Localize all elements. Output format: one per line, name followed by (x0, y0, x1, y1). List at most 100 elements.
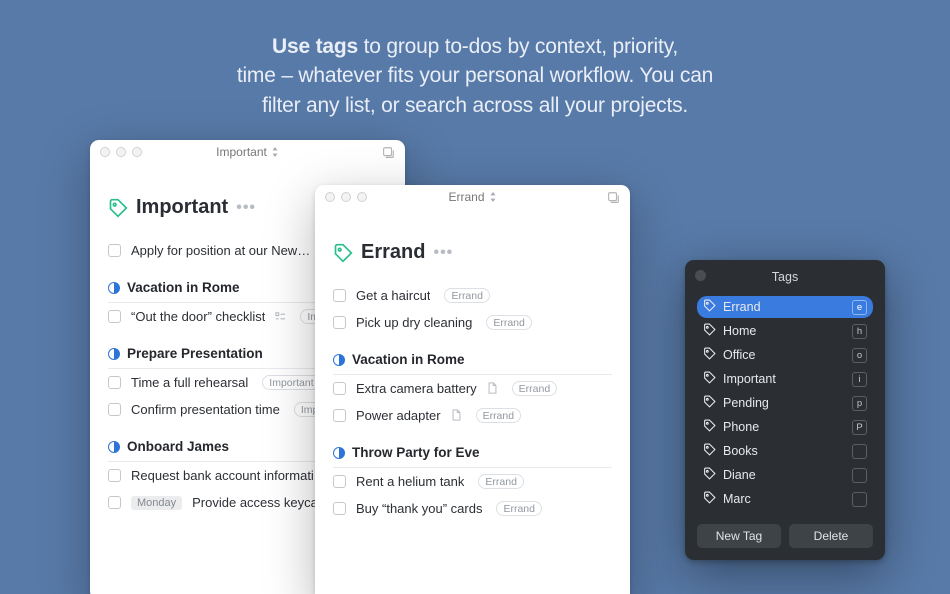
todo-item[interactable]: Power adapter Errand (333, 402, 612, 429)
project-title: Vacation in Rome (352, 352, 465, 367)
headline-line2: time – whatever fits your personal workf… (237, 64, 713, 87)
more-icon[interactable]: ••• (236, 199, 256, 217)
checklist-icon (275, 309, 286, 324)
tag-name: Errand (723, 300, 761, 314)
tag-shortcut: o (852, 348, 867, 363)
tag-pill[interactable]: Errand (476, 408, 522, 423)
window-errand: Errand Errand ••• Get a haircutErrandPic… (315, 185, 630, 594)
project-title: Prepare Presentation (127, 346, 263, 361)
tag-pill[interactable]: Errand (478, 474, 524, 489)
todo-item[interactable]: Pick up dry cleaning Errand (333, 309, 612, 336)
tag-name: Office (723, 348, 755, 362)
tag-row-phone[interactable]: Phone P (697, 416, 873, 438)
tag-shortcut: P (852, 420, 867, 435)
tag-pill[interactable]: Errand (512, 381, 558, 396)
tag-icon (703, 323, 716, 339)
tag-row-home[interactable]: Home h (697, 320, 873, 342)
project-heading[interactable]: Vacation in Rome (333, 352, 612, 375)
checkbox[interactable] (333, 502, 346, 515)
note-icon (487, 381, 498, 396)
todo-item[interactable]: Get a haircut Errand (333, 282, 612, 309)
checkbox[interactable] (333, 289, 346, 302)
window-title[interactable]: Errand (315, 190, 630, 204)
close-icon[interactable] (695, 270, 706, 281)
tag-icon (703, 371, 716, 387)
updown-icon (271, 147, 279, 157)
tag-icon (703, 443, 716, 459)
todo-item[interactable]: Buy “thank you” cards Errand (333, 495, 612, 522)
todo-item[interactable]: Rent a helium tank Errand (333, 468, 612, 495)
tag-name: Phone (723, 420, 759, 434)
tag-heading-text: Errand (361, 241, 425, 264)
tag-shortcut (852, 492, 867, 507)
tag-pill[interactable]: Errand (444, 288, 490, 303)
tag-shortcut: h (852, 324, 867, 339)
tag-name: Books (723, 444, 758, 458)
windows-icon[interactable] (381, 146, 395, 165)
checkbox[interactable] (108, 244, 121, 257)
tag-row-diane[interactable]: Diane (697, 464, 873, 486)
checkbox[interactable] (108, 403, 121, 416)
tag-name: Home (723, 324, 756, 338)
tag-icon (108, 198, 128, 218)
checkbox[interactable] (108, 376, 121, 389)
date-badge: Monday (131, 496, 182, 510)
note-icon (451, 408, 462, 423)
tag-heading-errand: Errand ••• (333, 241, 612, 264)
todo-text: Provide access keycar (192, 495, 322, 510)
window-title[interactable]: Important (90, 145, 405, 159)
todo-text: Extra camera battery (356, 381, 477, 396)
checkbox[interactable] (108, 496, 121, 509)
tag-shortcut (852, 468, 867, 483)
todo-text: Time a full rehearsal (131, 375, 248, 390)
tag-list: ErrandeHomehOfficeoImportantiPendingpPho… (697, 296, 873, 510)
tag-shortcut (852, 444, 867, 459)
todo-item[interactable]: Extra camera battery Errand (333, 375, 612, 402)
tag-pill[interactable]: Errand (486, 315, 532, 330)
tag-row-office[interactable]: Office o (697, 344, 873, 366)
window-title-text: Errand (448, 190, 484, 204)
tag-shortcut: i (852, 372, 867, 387)
headline-bold: Use tags (272, 35, 358, 58)
tag-row-marc[interactable]: Marc (697, 488, 873, 510)
project-title: Vacation in Rome (127, 280, 240, 295)
tags-panel: Tags Errand e Home h Office o ImportantiPendin… (685, 260, 885, 560)
checkbox[interactable] (333, 475, 346, 488)
tag-name: Diane (723, 468, 756, 482)
project-progress-icon (108, 282, 120, 294)
project-progress-icon (108, 348, 120, 360)
project-progress-icon (333, 354, 345, 366)
checkbox[interactable] (108, 469, 121, 482)
tag-row-important[interactable]: Importanti (697, 368, 873, 390)
project-title: Throw Party for Eve (352, 445, 480, 460)
checkbox[interactable] (108, 310, 121, 323)
tag-row-pending[interactable]: Pendingp (697, 392, 873, 414)
todo-text: Rent a helium tank (356, 474, 464, 489)
todo-text: Buy “thank you” cards (356, 501, 482, 516)
tag-icon (703, 299, 716, 315)
project-progress-icon (333, 447, 345, 459)
new-tag-button[interactable]: New Tag (697, 524, 781, 548)
project-heading[interactable]: Throw Party for Eve (333, 445, 612, 468)
todo-text: Pick up dry cleaning (356, 315, 472, 330)
titlebar: Errand (315, 185, 630, 209)
windows-icon[interactable] (606, 191, 620, 210)
todo-text: Get a haircut (356, 288, 430, 303)
tag-icon (703, 347, 716, 363)
checkbox[interactable] (333, 409, 346, 422)
tag-name: Marc (723, 492, 751, 506)
updown-icon (489, 192, 497, 202)
tag-shortcut: e (852, 300, 867, 315)
tag-row-books[interactable]: Books (697, 440, 873, 462)
checkbox[interactable] (333, 316, 346, 329)
tag-pill[interactable]: Important (262, 375, 320, 390)
more-icon[interactable]: ••• (433, 244, 453, 262)
project-progress-icon (108, 441, 120, 453)
checkbox[interactable] (333, 382, 346, 395)
tag-icon (703, 467, 716, 483)
tags-panel-title: Tags (697, 270, 873, 284)
tag-pill[interactable]: Errand (496, 501, 542, 516)
tag-row-errand[interactable]: Errand e (697, 296, 873, 318)
delete-button[interactable]: Delete (789, 524, 873, 548)
tag-icon (333, 243, 353, 263)
